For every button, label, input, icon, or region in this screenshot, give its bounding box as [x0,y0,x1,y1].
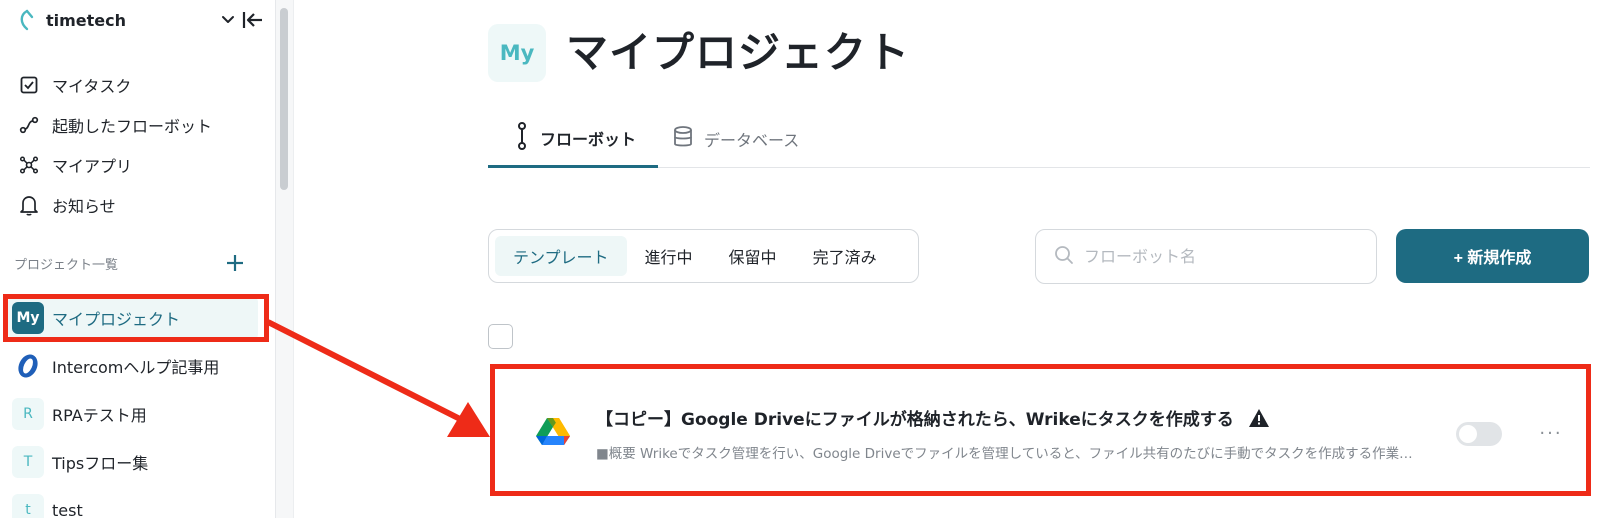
project-label: test [52,500,83,518]
tab-label: データベース [704,131,800,150]
sidebar-item-label: 起動したフローボット [52,117,213,136]
filter-in-progress[interactable]: 進行中 [627,236,711,276]
sidebar-scrollbar[interactable] [276,0,294,518]
filter-template[interactable]: テンプレート [495,236,627,276]
search-box [1035,229,1377,284]
flowbot-title-row: 【コピー】Google Driveにファイルが格納されたら、Wrikeにタスクを… [596,405,1270,430]
workspace-switcher[interactable]: timetech [18,8,268,32]
search-icon [1054,245,1074,269]
sidebar-item-label: マイタスク [52,77,132,96]
project-label: Intercomヘルプ記事用 [52,358,220,377]
project-badge: R [12,398,44,430]
search-input[interactable] [1084,247,1364,266]
yoom-logo-icon [18,9,38,31]
chevron-down-icon[interactable] [218,10,238,30]
sidebar-project-tips[interactable]: T Tipsフロー集 [8,440,258,484]
filter-on-hold[interactable]: 保留中 [711,236,795,276]
add-project-icon[interactable] [224,252,246,274]
sidebar-item-label: マイアプリ [52,157,133,176]
tab-flowbot[interactable]: フローボット [488,110,658,168]
sidebar-project-rpa-test[interactable]: R RPAテスト用 [8,392,258,436]
google-drive-icon [536,416,570,446]
select-all-checkbox[interactable] [488,324,513,349]
sidebar-item-my-tasks[interactable]: マイタスク [14,65,264,105]
sidebar-item-my-apps[interactable]: マイアプリ [14,145,264,185]
status-filter: テンプレート 進行中 保留中 完了済み [488,229,919,283]
project-tabs: フローボット データベース [488,110,1590,168]
project-label: Tipsフロー集 [52,454,149,473]
sidebar-project-test[interactable]: t test [8,488,258,518]
tab-database[interactable]: データベース [672,110,799,168]
database-icon [672,125,694,153]
flowbot-enable-toggle[interactable] [1456,422,1502,446]
sidebar-project-intercom[interactable]: Intercomヘルプ記事用 [8,344,258,388]
apps-icon [18,154,40,176]
sidebar-project-my-project[interactable]: My マイプロジェクト [8,296,258,340]
flow-icon [18,114,40,136]
more-options-icon[interactable]: ··· [1536,418,1566,448]
project-badge: My [12,302,44,334]
sidebar-item-notifications[interactable]: お知らせ [14,185,264,225]
project-badge: t [12,494,44,518]
project-list-title: プロジェクト一覧 [14,258,119,273]
project-label: マイプロジェクト [52,310,181,329]
flowbot-title[interactable]: 【コピー】Google Driveにファイルが格納されたら、Wrikeにタスクを… [596,405,1234,430]
filter-completed[interactable]: 完了済み [795,236,895,276]
project-badge-large: My [488,24,546,82]
checkbox-icon [18,74,40,96]
sidebar-item-label: お知らせ [52,197,116,216]
sidebar: timetech マイタスク 起動したフローボット マイアプリ お知らせ プロジ… [0,0,276,518]
bell-icon [18,194,40,216]
project-badge: T [12,446,44,478]
scrollbar-thumb[interactable] [280,8,288,190]
sidebar-item-launched-flowbots[interactable]: 起動したフローボット [14,105,264,145]
intercom-icon [12,350,44,382]
warning-icon [1248,408,1270,428]
flowbot-card[interactable]: 【コピー】Google Driveにファイルが格納されたら、Wrikeにタスクを… [496,370,1590,496]
flowbot-description: ■概要 Wrikeでタスク管理を行い、Google Driveでファイルを管理し… [596,446,1413,462]
sidebar-nav: マイタスク 起動したフローボット マイアプリ お知らせ [14,65,264,225]
new-flowbot-button[interactable]: + 新規作成 [1396,229,1589,283]
workspace-name: timetech [46,10,127,30]
project-label: RPAテスト用 [52,406,147,425]
flowbot-icon [514,121,530,154]
page-title: マイプロジェクト [566,28,911,77]
toggle-knob [1459,425,1477,443]
tab-label: フローボット [540,129,637,149]
collapse-sidebar-icon[interactable] [240,8,266,32]
